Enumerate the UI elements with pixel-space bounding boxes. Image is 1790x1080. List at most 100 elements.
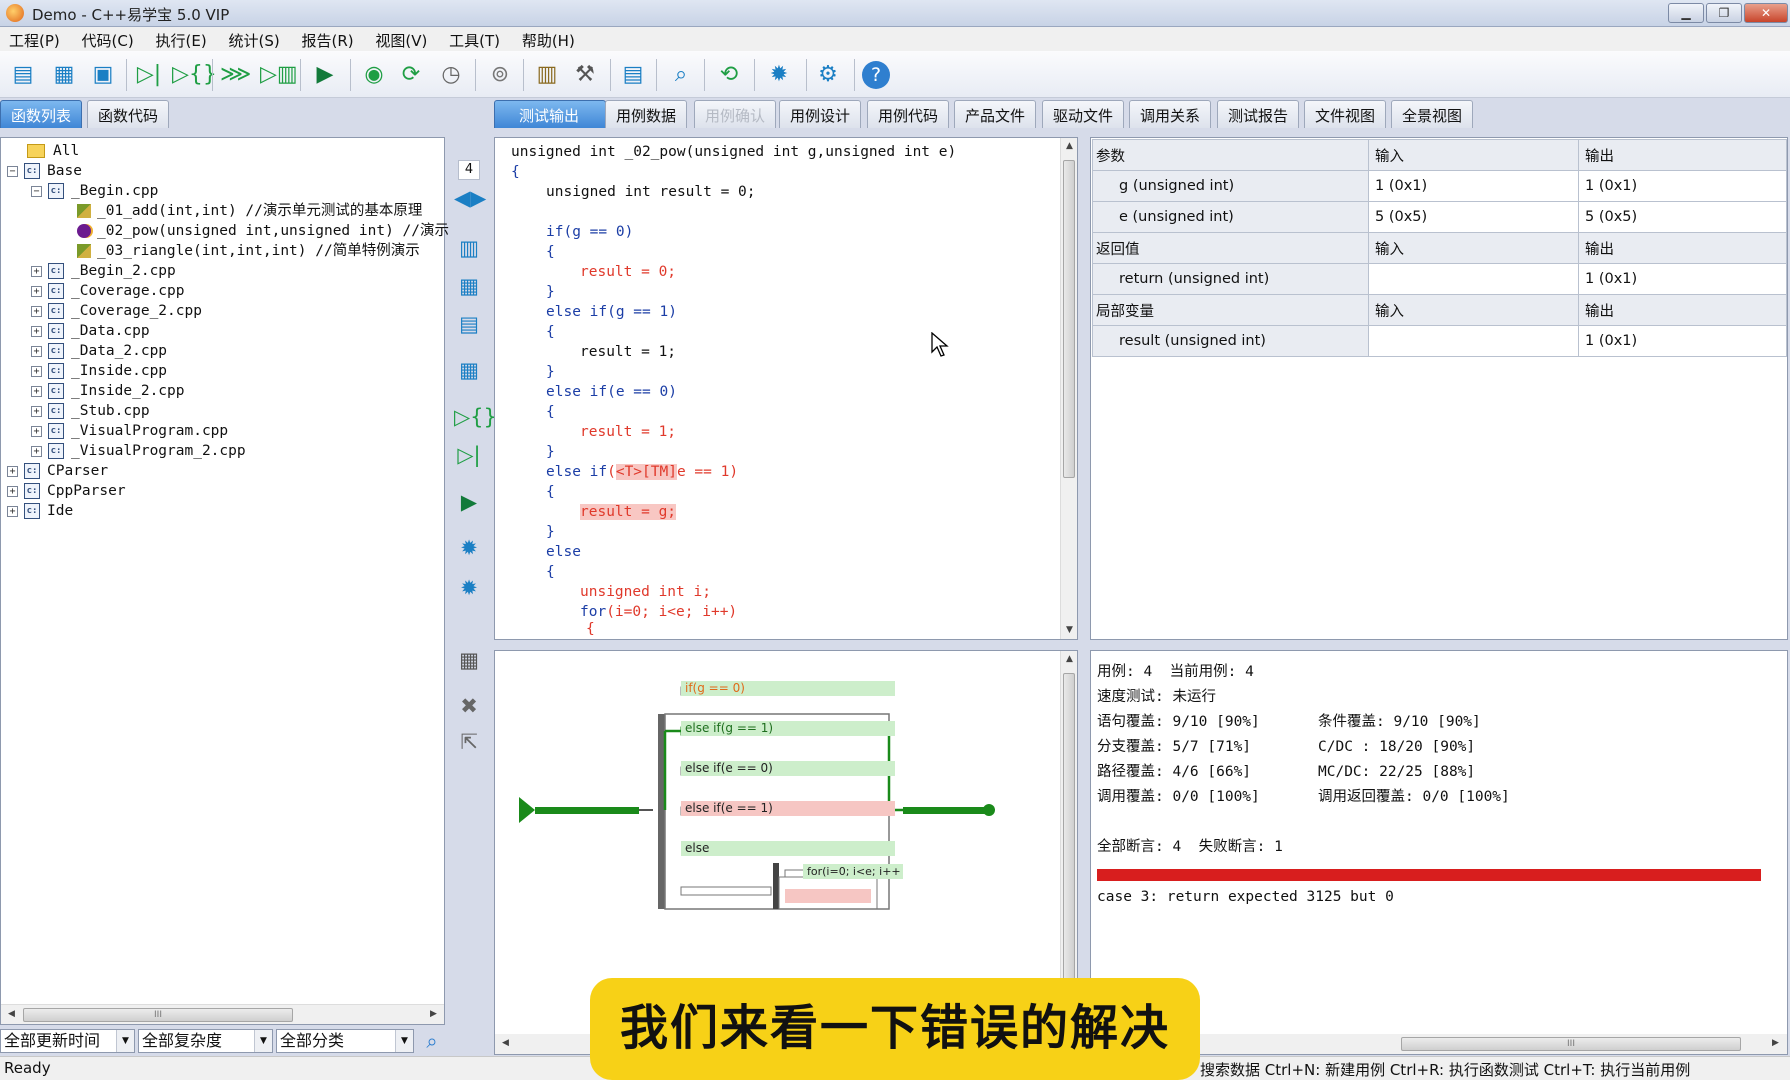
tree-hscrollbar[interactable]: ◀ III ▶ [1, 1004, 444, 1024]
tab-case-data[interactable]: 用例数据 [605, 100, 688, 128]
menu-project[interactable]: 工程(P) [0, 27, 68, 51]
expand-icon[interactable]: + [31, 445, 42, 457]
expand-icon[interactable]: + [31, 345, 42, 357]
table-row[interactable]: e (unsigned int) 5 (0x5) 5 (0x5) [1092, 201, 1787, 233]
menu-tools[interactable]: 工具(T) [440, 27, 508, 51]
sync-icon[interactable]: ⟲ [714, 60, 744, 90]
scroll-thumb[interactable] [1063, 160, 1075, 478]
branch-label[interactable]: if(g == 0) [681, 681, 895, 696]
scroll-left-icon[interactable]: ◀ [497, 1035, 514, 1052]
debug-run-icon[interactable]: ✹ [454, 534, 484, 562]
tab-driver-file[interactable]: 驱动文件 [1042, 100, 1125, 128]
chevron-down-icon[interactable]: ▼ [254, 1030, 272, 1052]
stop-icon[interactable]: ⊚ [485, 60, 515, 90]
menu-statistics[interactable]: 统计(S) [219, 27, 287, 51]
tab-test-output[interactable]: 测试输出 [494, 100, 607, 128]
tree-item-all[interactable]: All [27, 141, 79, 161]
expand-icon[interactable]: + [31, 405, 42, 417]
tab-test-report[interactable]: 测试报告 [1217, 100, 1300, 128]
menu-report[interactable]: 报告(R) [292, 27, 361, 51]
scroll-left-icon[interactable]: ◀ [3, 1006, 20, 1023]
expand-icon[interactable]: + [31, 285, 42, 297]
search-code-icon[interactable]: ⌕ [666, 60, 696, 90]
chevron-down-icon[interactable]: ▼ [395, 1030, 413, 1052]
branch-label[interactable]: else if(e == 0) [681, 761, 895, 776]
tree-item-fn-triangle[interactable]: _03_riangle(int,int,int) //简单特例演示 [77, 241, 420, 261]
code-panel[interactable]: unsigned int _02_pow(unsigned int g,unsi… [494, 137, 1078, 640]
table-row[interactable]: g (unsigned int) 1 (0x1) 1 (0x1) [1092, 170, 1787, 202]
refresh-icon[interactable]: ⟳ [396, 60, 426, 90]
table-view-icon[interactable]: ▦ [454, 272, 484, 300]
table-row[interactable]: return (unsigned int) 1 (0x1) [1092, 263, 1787, 295]
step-run-icon[interactable]: ▷| [134, 60, 164, 90]
branch-label[interactable]: else if(e == 1) [681, 801, 895, 816]
run-braces-icon[interactable]: ▷{} [172, 60, 217, 90]
expand-icon[interactable]: + [31, 265, 42, 277]
complexity-filter[interactable]: 全部复杂度 ▼ [138, 1029, 273, 1053]
scroll-thumb[interactable]: III [1401, 1037, 1741, 1051]
menu-view[interactable]: 视图(V) [366, 27, 435, 51]
scroll-right-icon[interactable]: ▶ [425, 1006, 442, 1023]
chevron-down-icon[interactable]: ▼ [116, 1030, 134, 1052]
calendar-icon[interactable]: ▦ [454, 356, 484, 384]
tree-item-file[interactable]: + c: _VisualProgram.cpp [31, 421, 228, 441]
param-input[interactable]: 1 (0x1) [1368, 170, 1579, 202]
execute-icon[interactable]: ▶ [310, 60, 340, 90]
close-button[interactable]: ✕ [1744, 3, 1788, 23]
tab-file-view[interactable]: 文件视图 [1304, 100, 1387, 128]
settings-icon[interactable]: ⚙ [813, 60, 843, 90]
expand-icon[interactable]: + [31, 385, 42, 397]
return-input[interactable] [1368, 263, 1579, 295]
execute-icon[interactable]: ▶ [454, 488, 484, 516]
collapse-icon[interactable]: − [7, 165, 18, 177]
tree-item-file[interactable]: + c: _VisualProgram_2.cpp [31, 441, 246, 461]
menu-execute[interactable]: 执行(E) [147, 27, 215, 51]
tree-item-cparser[interactable]: + c: CParser [7, 461, 108, 481]
tree-item-file[interactable]: + c: _Inside_2.cpp [31, 381, 185, 401]
branch-label[interactable]: else if(g == 1) [681, 721, 895, 736]
scroll-up-icon[interactable]: ▲ [1061, 651, 1077, 668]
tab-case-code[interactable]: 用例代码 [867, 100, 950, 128]
tree-item-file[interactable]: + c: _Begin_2.cpp [31, 261, 176, 281]
bug-icon[interactable]: ✹ [454, 574, 484, 602]
run-braces-icon[interactable]: ▷{} [454, 403, 497, 431]
run-file-icon[interactable]: ▷▥ [260, 60, 298, 90]
tree-item-ide[interactable]: + c: Ide [7, 501, 73, 521]
expand-icon[interactable]: + [7, 485, 18, 497]
tree-item-file[interactable]: + c: _Inside.cpp [31, 361, 167, 381]
branch-label[interactable]: else [681, 841, 895, 856]
expand-icon[interactable]: + [31, 365, 42, 377]
expand-icon[interactable]: + [31, 305, 42, 317]
search-icon[interactable]: ⌕ [420, 1029, 444, 1053]
save-project-icon[interactable]: ▣ [88, 60, 118, 90]
tree-item-fn-add[interactable]: _01_add(int,int) //演示单元测试的基本原理 [77, 201, 422, 221]
delete-icon[interactable]: ✖ [454, 692, 484, 720]
table-settings-icon[interactable]: ▦ [454, 646, 484, 674]
help-icon[interactable]: ? [862, 61, 890, 89]
open-project-icon[interactable]: ▦ [49, 60, 79, 90]
list-view-icon[interactable]: ▤ [454, 310, 484, 338]
tree-item-cppparser[interactable]: + c: CppParser [7, 481, 126, 501]
code-vscrollbar[interactable]: ▲ ▼ [1060, 138, 1077, 639]
collapse-icon[interactable]: − [31, 185, 42, 197]
prev-next-icon[interactable]: ◀▶ [454, 184, 486, 212]
restore-button[interactable]: ❐ [1706, 3, 1742, 23]
scroll-right-icon[interactable]: ▶ [1767, 1035, 1784, 1052]
local-input[interactable] [1368, 325, 1579, 357]
tree-item-file[interactable]: + c: _Data.cpp [31, 321, 150, 341]
menu-code[interactable]: 代码(C) [73, 27, 142, 51]
tree-item-file[interactable]: + c: _Data_2.cpp [31, 341, 167, 361]
tab-call-relation[interactable]: 调用关系 [1129, 100, 1212, 128]
tab-product-file[interactable]: 产品文件 [954, 100, 1037, 128]
expand-icon[interactable]: + [7, 505, 18, 517]
table-row[interactable]: result (unsigned int) 1 (0x1) [1092, 325, 1787, 357]
scroll-thumb[interactable] [1063, 673, 1075, 1003]
scroll-thumb[interactable]: III [23, 1008, 293, 1022]
expand-icon[interactable]: + [7, 465, 18, 477]
category-filter[interactable]: 全部分类 ▼ [276, 1029, 414, 1053]
graph-vscrollbar[interactable]: ▲ [1060, 651, 1077, 1031]
update-time-filter[interactable]: 全部更新时间 ▼ [0, 1029, 135, 1053]
report-icon[interactable]: ▤ [618, 60, 648, 90]
new-project-icon[interactable]: ▤ [8, 60, 38, 90]
expand-icon[interactable]: + [31, 325, 42, 337]
